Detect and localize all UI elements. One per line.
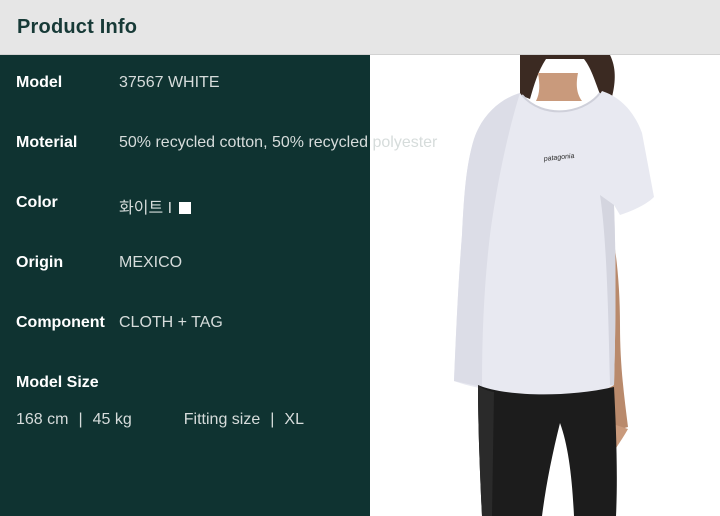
spec-value-model: 37567 WHITE bbox=[119, 74, 220, 91]
spec-label-model: Model bbox=[16, 74, 63, 91]
model-size-label: Model Size bbox=[16, 374, 99, 391]
page-title: Product Info bbox=[17, 16, 138, 38]
header-bar: Product Info bbox=[0, 0, 720, 55]
fitting-size-value: XL bbox=[284, 411, 304, 428]
model-weight: 45 kg bbox=[92, 411, 132, 428]
spec-value-color: 화이트 I bbox=[119, 194, 191, 218]
model-wearing-tshirt-image: patagonia bbox=[454, 55, 654, 516]
spec-label-color: Color bbox=[16, 194, 58, 211]
fitting-size-label: Fitting size bbox=[183, 411, 261, 428]
spec-label-component: Component bbox=[16, 314, 105, 331]
spec-label-material: Moterial bbox=[16, 134, 78, 151]
spec-value-material: 50% recycled cotton, 50% recycled polyes… bbox=[119, 134, 438, 151]
spec-label-origin: Origin bbox=[16, 254, 64, 271]
separator: | bbox=[78, 411, 83, 428]
spec-value-component: CLOTH + TAG bbox=[119, 314, 223, 331]
product-specs-panel bbox=[0, 55, 370, 516]
model-size-values: 168 cm | 45 kg Fitting size | XL bbox=[16, 411, 304, 429]
product-photo: patagonia bbox=[370, 55, 720, 516]
model-height: 168 cm bbox=[16, 411, 69, 428]
spec-value-origin: MEXICO bbox=[119, 254, 183, 271]
color-name: 화이트 I bbox=[119, 200, 173, 217]
separator: | bbox=[270, 411, 275, 428]
white-color-swatch bbox=[178, 202, 191, 214]
